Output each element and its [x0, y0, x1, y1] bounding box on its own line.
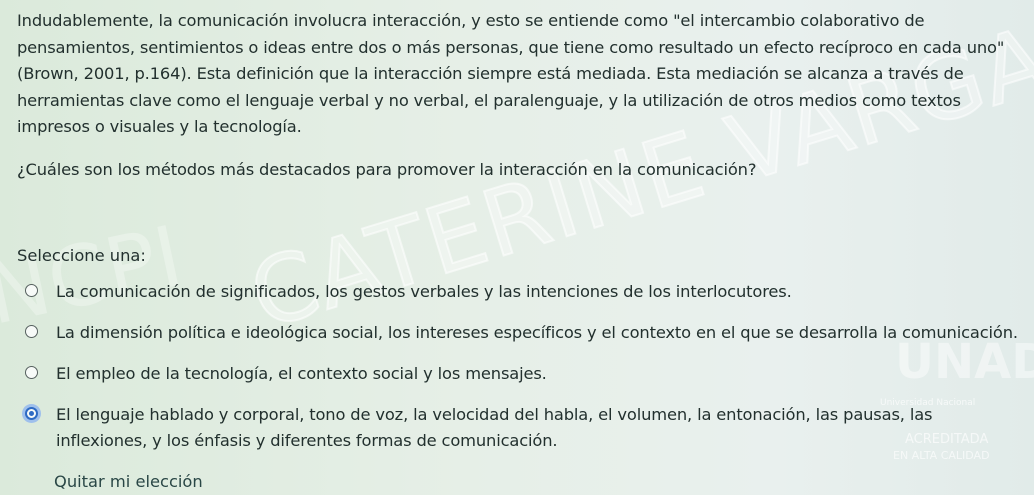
answer-option-4[interactable]: El lenguaje hablado y corporal, tono de …	[25, 402, 1022, 454]
radio-button[interactable]	[25, 324, 38, 338]
question-paragraph: Indudablemente, la comunicación involucr…	[17, 11, 1005, 136]
answer-option-label: El empleo de la tecnología, el contexto …	[56, 363, 547, 383]
answer-option-label: El lenguaje hablado y corporal, tono de …	[56, 404, 933, 450]
answer-option-label: La comunicación de significados, los ges…	[56, 281, 792, 301]
question-prompt: ¿Cuáles son los métodos más destacados p…	[17, 159, 757, 179]
radio-button[interactable]	[25, 365, 38, 379]
question-content: Indudablemente, la comunicación involucr…	[17, 8, 1022, 495]
answer-option-2[interactable]: La dimensión política e ideológica socia…	[25, 320, 1022, 346]
clear-choice-link[interactable]: Quitar mi elección	[54, 469, 203, 495]
radio-button[interactable]	[25, 283, 38, 297]
select-one-label: Seleccione una:	[17, 245, 146, 265]
radio-button-selected[interactable]	[25, 406, 38, 420]
answer-option-label: La dimensión política e ideológica socia…	[56, 322, 1018, 342]
answer-option-1[interactable]: La comunicación de significados, los ges…	[25, 279, 1022, 305]
answer-options: La comunicación de significados, los ges…	[17, 279, 1022, 454]
answer-option-3[interactable]: El empleo de la tecnología, el contexto …	[25, 361, 1022, 387]
